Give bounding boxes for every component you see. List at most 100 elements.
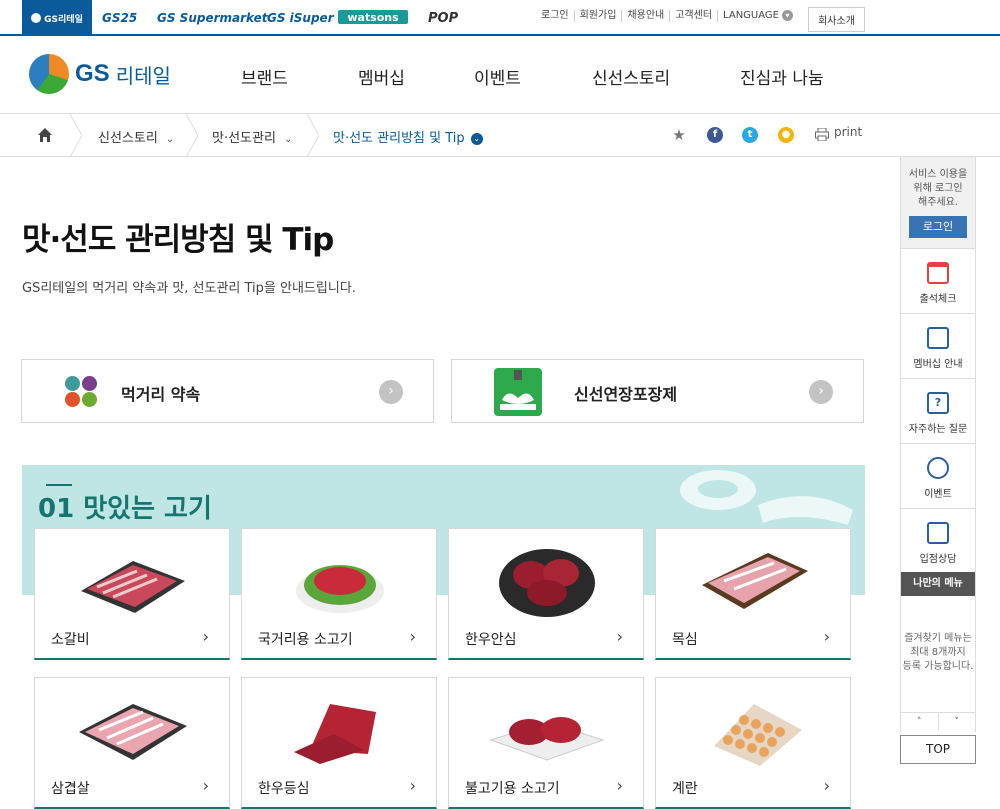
header: GS 리테일 브랜드 멤버십 이벤트 신선스토리 진심과 나눔 bbox=[0, 38, 1000, 114]
item-name: 한우등심 bbox=[258, 781, 310, 797]
breadcrumb-fresh-story[interactable]: 신선스토리 ⌄ bbox=[98, 127, 174, 146]
fresh-leaf-icon bbox=[494, 368, 542, 416]
soup-beef-image bbox=[296, 565, 384, 613]
join-link[interactable]: 회원가입 bbox=[573, 10, 622, 22]
item-card-bulgogi-beef[interactable]: 불고기용 소고기 › bbox=[448, 677, 644, 809]
chevron-right-icon: › bbox=[616, 627, 623, 646]
breadcrumb-taste-freshness[interactable]: 맛·선도관리 ⌄ bbox=[212, 127, 292, 146]
breadcrumb-separator bbox=[70, 114, 82, 157]
family-site-supermarket[interactable]: GS Supermarket bbox=[157, 0, 267, 36]
section-title-line bbox=[46, 484, 72, 486]
chevron-down-icon: ⌄ bbox=[165, 134, 175, 145]
breadcrumb-separator bbox=[186, 114, 198, 157]
quick-event[interactable]: 이벤트 bbox=[901, 445, 975, 509]
fresh-packaging-card[interactable]: 신선연장포장제 › bbox=[451, 359, 864, 423]
gs-retail-logo[interactable]: GS 리테일 bbox=[29, 54, 171, 94]
item-card-hanwoo-tenderloin[interactable]: 한우안심 › bbox=[448, 528, 644, 660]
target-icon bbox=[927, 457, 949, 479]
chevron-right-icon: › bbox=[409, 776, 416, 795]
recruit-link[interactable]: 채용안내 bbox=[621, 10, 669, 22]
item-name: 소갈비 bbox=[51, 632, 90, 648]
language-select[interactable]: LANGUAGE ▾ bbox=[717, 10, 798, 22]
star-icon[interactable]: ★ bbox=[671, 127, 687, 143]
chevron-right-icon: › bbox=[823, 776, 830, 795]
quick-consult[interactable]: 입점상담 bbox=[901, 510, 975, 574]
hanwoo-sirloin-image bbox=[294, 704, 376, 764]
nav-event[interactable]: 이벤트 bbox=[474, 64, 521, 89]
family-site-pop[interactable]: POP bbox=[428, 0, 458, 36]
calendar-check-icon bbox=[927, 262, 949, 284]
page-title: 맛·선도 관리방침 및 Tip bbox=[22, 222, 334, 258]
chevron-down-icon: ⌄ bbox=[470, 132, 483, 145]
breadcrumb-separator bbox=[307, 114, 319, 157]
nav-sincerity[interactable]: 진심과 나눔 bbox=[740, 64, 824, 89]
login-link[interactable]: 로그인 bbox=[541, 10, 574, 22]
item-card-beef-ribs[interactable]: 소갈비 › bbox=[34, 528, 230, 660]
page-description: GS리테일의 먹거리 약속과 맛, 선도관리 Tip을 안내드립니다. bbox=[22, 281, 356, 296]
scroll-up-icon[interactable]: ˄ bbox=[901, 713, 939, 730]
item-name: 한우안심 bbox=[465, 632, 517, 648]
chevron-right-icon: › bbox=[202, 627, 209, 646]
my-menu-note: 즐겨찾기 메뉴는 최대 8개까지 등록 가능합니다. bbox=[902, 633, 974, 672]
item-name: 삼겹살 bbox=[51, 781, 90, 797]
membership-card-icon bbox=[927, 327, 949, 349]
item-name: 국거리용 소고기 bbox=[258, 632, 353, 648]
item-card-chuck[interactable]: 목심 › bbox=[655, 528, 851, 660]
item-card-hanwoo-sirloin[interactable]: 한우등심 › bbox=[241, 677, 437, 809]
arrow-right-icon: › bbox=[379, 380, 403, 404]
beef-ribs-image bbox=[81, 561, 185, 613]
family-site-isuper[interactable]: GS iSuper bbox=[267, 0, 334, 36]
nav-brand[interactable]: 브랜드 bbox=[241, 64, 288, 89]
chevron-right-icon: › bbox=[202, 776, 209, 795]
quick-login-button[interactable]: 로그인 bbox=[909, 216, 967, 238]
gs-logo-icon bbox=[29, 54, 69, 94]
clipboard-icon bbox=[927, 522, 949, 544]
kakao-icon[interactable]: ● bbox=[778, 127, 794, 143]
item-name: 계란 bbox=[672, 781, 698, 797]
twitter-icon[interactable]: t bbox=[742, 127, 758, 143]
print-label[interactable]: print bbox=[834, 125, 862, 139]
item-card-eggs[interactable]: 계란 › bbox=[655, 677, 851, 809]
food-promise-card[interactable]: 먹거리 약속 › bbox=[21, 359, 434, 423]
chevron-right-icon: › bbox=[616, 776, 623, 795]
scroll-down-icon[interactable]: ˅ bbox=[939, 713, 976, 730]
customer-center-link[interactable]: 고객센터 bbox=[669, 10, 717, 22]
item-card-pork-belly[interactable]: 삼겹살 › bbox=[34, 677, 230, 809]
family-site-watsons[interactable]: watsons bbox=[338, 10, 408, 24]
print-icon[interactable] bbox=[815, 128, 829, 141]
my-menu-title: 나만의 메뉴 bbox=[901, 572, 975, 596]
breadcrumb-current[interactable]: 맛·선도 관리방침 및 Tip ⌄ bbox=[333, 127, 483, 146]
fresh-packaging-label: 신선연장포장제 bbox=[574, 385, 678, 404]
quick-scroll-nav: ˄ ˅ bbox=[901, 712, 975, 730]
clover-icon bbox=[63, 371, 103, 411]
gs-logo-icon bbox=[31, 13, 42, 23]
family-site-gs25[interactable]: GS25 bbox=[102, 0, 137, 36]
food-promise-label: 먹거리 약속 bbox=[121, 385, 201, 404]
arrow-right-icon: › bbox=[809, 380, 833, 404]
quick-menu: 서비스 이용을 위해 로그인 해주세요. 로그인 출석체크 멤버십 안내 ? 자주… bbox=[900, 157, 976, 732]
quick-login-box: 서비스 이용을 위해 로그인 해주세요. 로그인 bbox=[901, 157, 975, 249]
nav-membership[interactable]: 멤버십 bbox=[358, 64, 405, 89]
quick-membership[interactable]: 멤버십 안내 bbox=[901, 315, 975, 379]
chuck-image bbox=[702, 553, 808, 609]
facebook-icon[interactable]: f bbox=[707, 127, 723, 143]
meat-illustration bbox=[680, 470, 853, 525]
pork-belly-image bbox=[79, 704, 187, 760]
family-site-gs-retail[interactable]: GS리테일 bbox=[22, 0, 92, 36]
chevron-down-icon: ⌄ bbox=[283, 134, 293, 145]
item-card-soup-beef[interactable]: 국거리용 소고기 › bbox=[241, 528, 437, 660]
nav-fresh-story[interactable]: 신선스토리 bbox=[592, 64, 670, 89]
util-links: 로그인 회원가입 채용안내 고객센터 LANGUAGE ▾ bbox=[541, 10, 798, 22]
company-intro-button[interactable]: 회사소개 bbox=[808, 7, 865, 32]
chevron-down-icon: ▾ bbox=[781, 10, 793, 21]
chevron-right-icon: › bbox=[823, 627, 830, 646]
home-icon[interactable] bbox=[37, 127, 53, 143]
item-name: 목심 bbox=[672, 632, 698, 648]
hanwoo-tenderloin-image bbox=[499, 549, 595, 617]
chevron-right-icon: › bbox=[409, 627, 416, 646]
quick-faq[interactable]: ? 자주하는 질문 bbox=[901, 380, 975, 444]
quick-attendance[interactable]: 출석체크 bbox=[901, 250, 975, 314]
question-icon: ? bbox=[927, 392, 949, 414]
top-button[interactable]: TOP bbox=[900, 735, 976, 764]
top-bar: GS리테일 GS25 GS Supermarket GS iSuper wats… bbox=[0, 0, 1000, 36]
